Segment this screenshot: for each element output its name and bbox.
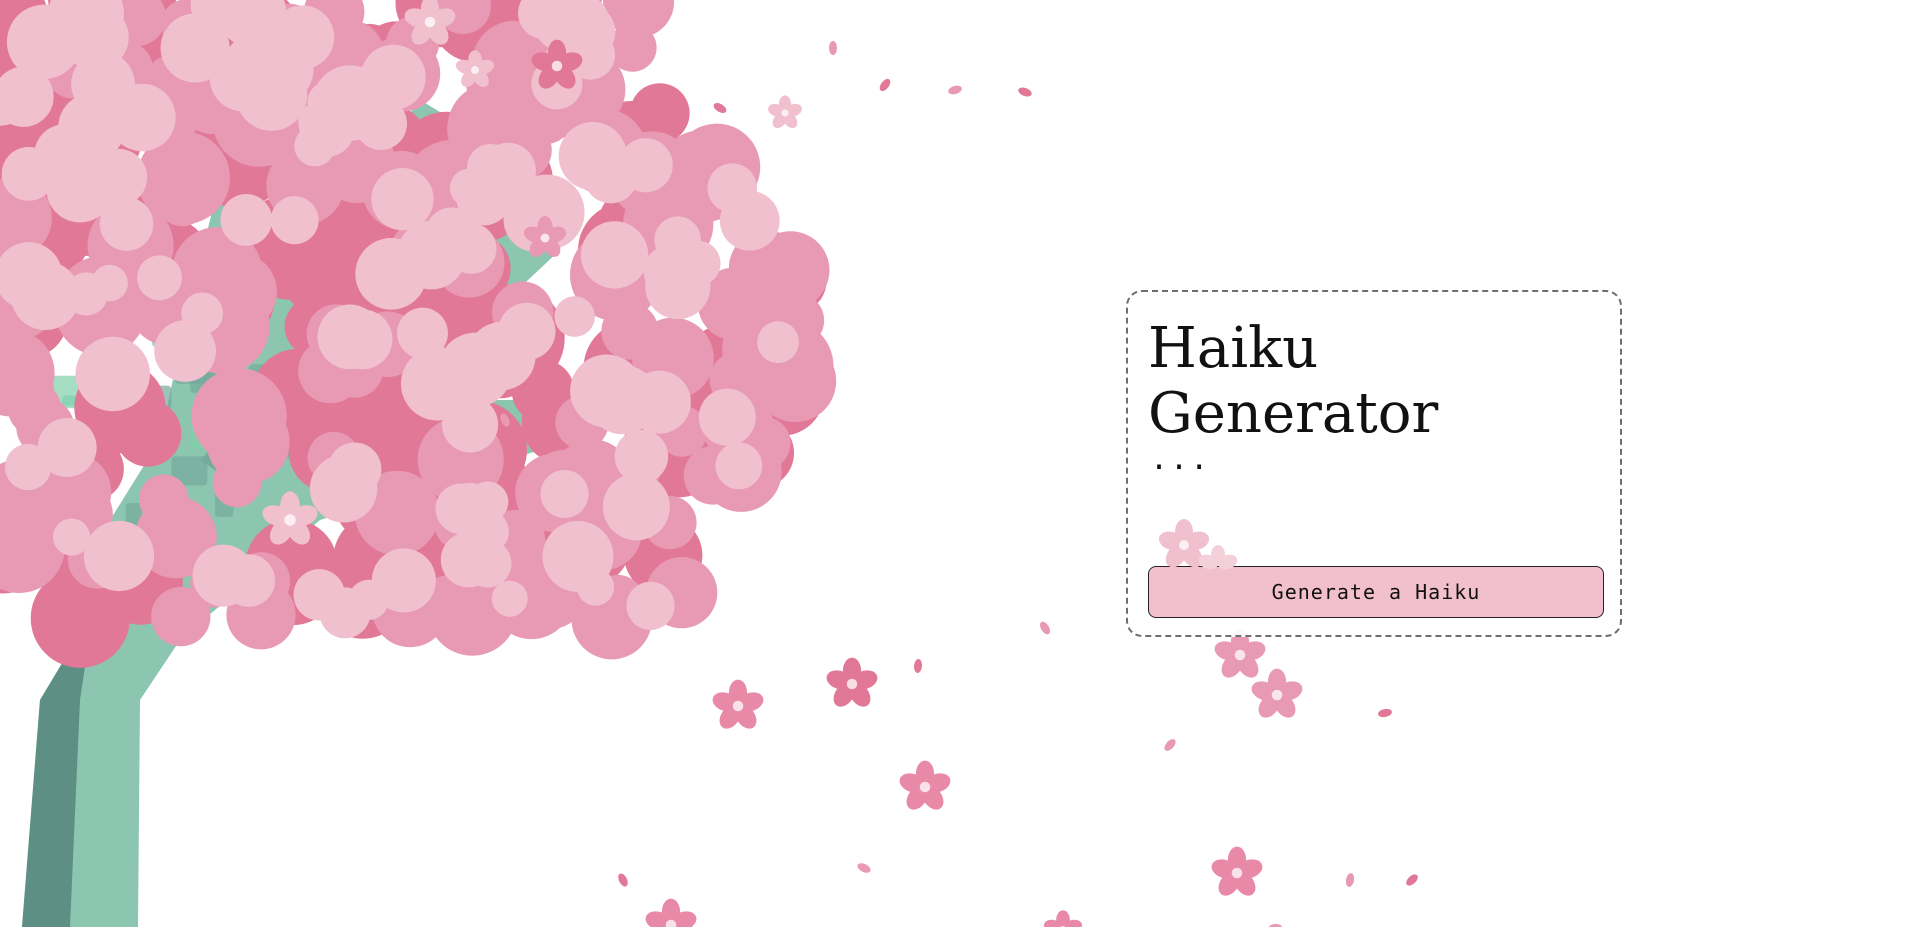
blossom-cluster	[83, 520, 155, 592]
blossom-cluster	[64, 272, 108, 316]
blossom-cluster	[618, 138, 673, 193]
blossom-cluster	[58, 93, 126, 161]
blossom-cluster	[160, 13, 230, 83]
blossom-cluster	[602, 473, 670, 541]
blossom-cluster	[580, 221, 649, 289]
petal	[1268, 923, 1282, 927]
blossom-cluster	[707, 163, 758, 213]
haiku-output: ...	[1150, 442, 1211, 477]
blossom-cluster	[270, 5, 335, 70]
blossom-cluster	[212, 458, 262, 508]
petal	[1345, 873, 1355, 887]
blossom-cluster	[75, 336, 150, 412]
blossom-cluster	[139, 474, 189, 524]
sakura-flower	[1251, 668, 1303, 718]
sakura-flower	[645, 898, 697, 927]
blossom-cluster	[46, 154, 114, 223]
petal	[1039, 621, 1051, 635]
blossom-cluster	[467, 481, 509, 523]
blossom-cluster	[37, 417, 97, 477]
petal	[1164, 739, 1176, 751]
blossom-cluster	[540, 469, 589, 519]
blossom-cluster	[576, 568, 615, 606]
blossom-cluster	[371, 167, 434, 231]
blossom-cluster	[328, 442, 382, 496]
blossom-cluster	[148, 515, 198, 565]
petal	[618, 873, 628, 887]
blossom-cluster	[757, 321, 799, 364]
page-title: Haiku Generator	[1148, 316, 1439, 446]
sakura-flower	[1043, 910, 1083, 927]
petal	[857, 863, 871, 873]
blossom-cluster	[698, 388, 756, 446]
blossom-cluster	[440, 531, 497, 588]
blossom-cluster	[626, 581, 675, 630]
blossom-cluster	[456, 170, 512, 226]
blossom-cluster	[498, 302, 556, 361]
sakura-flower	[768, 95, 802, 129]
petal	[1378, 708, 1392, 718]
blossom-cluster	[299, 101, 355, 157]
sakura-flower	[826, 657, 878, 707]
blossom-cluster	[293, 569, 345, 621]
cherry-blossom-illustration	[0, 0, 1418, 927]
blossom-cluster	[554, 296, 595, 337]
blossom-cluster	[355, 238, 427, 310]
sakura-flower	[899, 760, 951, 810]
blossom-cluster	[137, 255, 182, 301]
haiku-card: Haiku Generator ... Generate a Haiku	[1126, 290, 1622, 637]
blossom-cluster	[348, 579, 389, 620]
petal	[948, 85, 962, 95]
sakura-flower	[1211, 846, 1263, 896]
petal	[829, 41, 837, 55]
blossom-cluster	[181, 292, 224, 335]
blossom-cluster	[270, 196, 319, 245]
blossom-cluster	[360, 44, 426, 110]
petal	[913, 659, 923, 673]
blossom-cluster	[654, 216, 701, 263]
petal	[879, 78, 891, 92]
blossom-cluster	[192, 544, 255, 607]
tree-canopy	[0, 0, 837, 668]
blossom-cluster	[715, 442, 763, 490]
blossom-cluster	[191, 368, 287, 464]
blossom-cluster	[220, 194, 273, 246]
blossom-cluster	[317, 304, 383, 370]
generate-haiku-button[interactable]: Generate a Haiku	[1148, 566, 1604, 618]
blossom-cluster	[491, 580, 528, 617]
petal	[1018, 87, 1032, 97]
blossom-cluster	[400, 346, 475, 421]
sakura-flower	[712, 679, 764, 729]
blossom-cluster	[225, 35, 278, 88]
blossom-cluster	[587, 364, 658, 435]
petal	[713, 103, 727, 113]
petal	[1406, 874, 1418, 886]
